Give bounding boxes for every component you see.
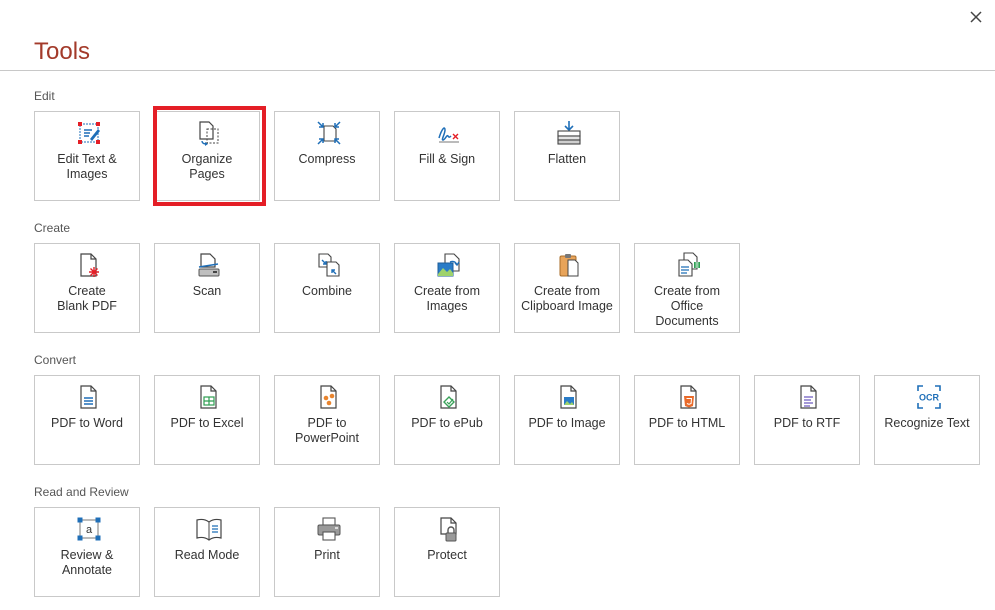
combine-icon [318,253,340,277]
printer-icon [317,517,341,541]
images-icon [437,253,460,277]
tool-label: Create Blank PDF [57,284,117,313]
image-icon [560,385,577,409]
tool-label: PDF to Excel [170,416,244,430]
tool-organize-pages[interactable]: Organize Pages [154,111,260,201]
tool-pdf-to-rtf[interactable]: PDF to RTF [754,375,860,465]
tool-scan[interactable]: Scan [154,243,260,333]
lock-icon [440,517,457,542]
tool-label: Read Mode [174,548,240,562]
tool-pdf-to-excel[interactable]: PDF to Excel [154,375,260,465]
tool-label: Print [314,548,340,562]
review-icon-text: a [86,524,93,536]
tool-recognize-text[interactable]: OCR Recognize Text [874,375,980,465]
close-button[interactable] [967,8,985,26]
tool-label: Review & Annotate [60,548,114,577]
tool-pdf-to-epub[interactable]: PDF to ePub [394,375,500,465]
tool-pdf-to-html[interactable]: PDF to HTML [634,375,740,465]
tool-label: Scan [192,284,222,298]
tool-create-from-clipboard-image[interactable]: Create from Clipboard Image [514,243,620,333]
dialog-title: Tools [34,38,91,65]
section-label-convert: Convert [34,353,77,367]
ocr-icon: OCR [917,385,941,409]
tool-label: Flatten [547,152,587,166]
tool-label: Recognize Text [884,416,970,430]
tool-label: PDF to Word [50,416,123,430]
tool-label: Create from Images [414,284,480,313]
section-label-edit: Edit [34,89,55,103]
tool-label: Compress [298,152,356,166]
tool-combine[interactable]: Combine [274,243,380,333]
tool-print[interactable]: Print [274,507,380,597]
tool-create-from-office-documents[interactable]: Create from Office Documents [634,243,740,333]
office-documents-icon [678,252,700,277]
powerpoint-icon [320,385,337,409]
tool-create-from-images[interactable]: Create from Images [394,243,500,333]
tool-label: PDF to RTF [773,416,841,430]
excel-icon [200,385,217,409]
tool-label: PDF to PowerPoint [295,416,359,445]
tool-label: Organize Pages [181,152,233,181]
tool-label: PDF to Image [528,416,606,430]
epub-icon [440,385,457,409]
html-icon [680,385,697,409]
tool-label: Edit Text & Images [57,152,117,181]
flatten-icon [557,121,581,145]
rtf-icon [800,385,817,409]
tool-create-blank-pdf[interactable]: Create Blank PDF [34,243,140,333]
tool-edit-text-images[interactable]: Edit Text & Images [34,111,140,201]
tool-pdf-to-powerpoint[interactable]: PDF to PowerPoint [274,375,380,465]
tool-label: PDF to ePub [411,416,483,430]
organize-pages-icon [199,121,219,146]
ocr-icon-text: OCR [919,393,940,403]
fill-sign-icon [438,127,459,143]
tool-label: Combine [301,284,353,298]
tool-compress[interactable]: Compress [274,111,380,201]
title-divider [0,70,995,71]
compress-icon [317,121,341,145]
read-mode-icon [196,518,222,541]
tool-label: PDF to HTML [648,416,726,430]
tool-label: Protect [427,548,467,562]
section-label-read-review: Read and Review [34,485,129,499]
tool-fill-sign[interactable]: Fill & Sign [394,111,500,201]
tool-pdf-to-word[interactable]: PDF to Word [34,375,140,465]
word-icon [80,385,97,409]
blank-pdf-icon [80,253,99,277]
tool-review-annotate[interactable]: a Review & Annotate [34,507,140,597]
tool-label: Fill & Sign [418,152,476,166]
tool-label: Create from Clipboard Image [521,284,613,313]
tool-protect[interactable]: Protect [394,507,500,597]
close-icon [970,11,982,23]
section-label-create: Create [34,221,71,235]
tool-flatten[interactable]: Flatten [514,111,620,201]
tool-label: Create from Office Documents [654,284,720,328]
clipboard-icon [559,254,579,277]
tool-read-mode[interactable]: Read Mode [154,507,260,597]
review-annotate-icon: a [77,517,101,541]
tool-pdf-to-image[interactable]: PDF to Image [514,375,620,465]
edit-text-images-icon [78,122,100,144]
scan-icon [198,253,220,277]
